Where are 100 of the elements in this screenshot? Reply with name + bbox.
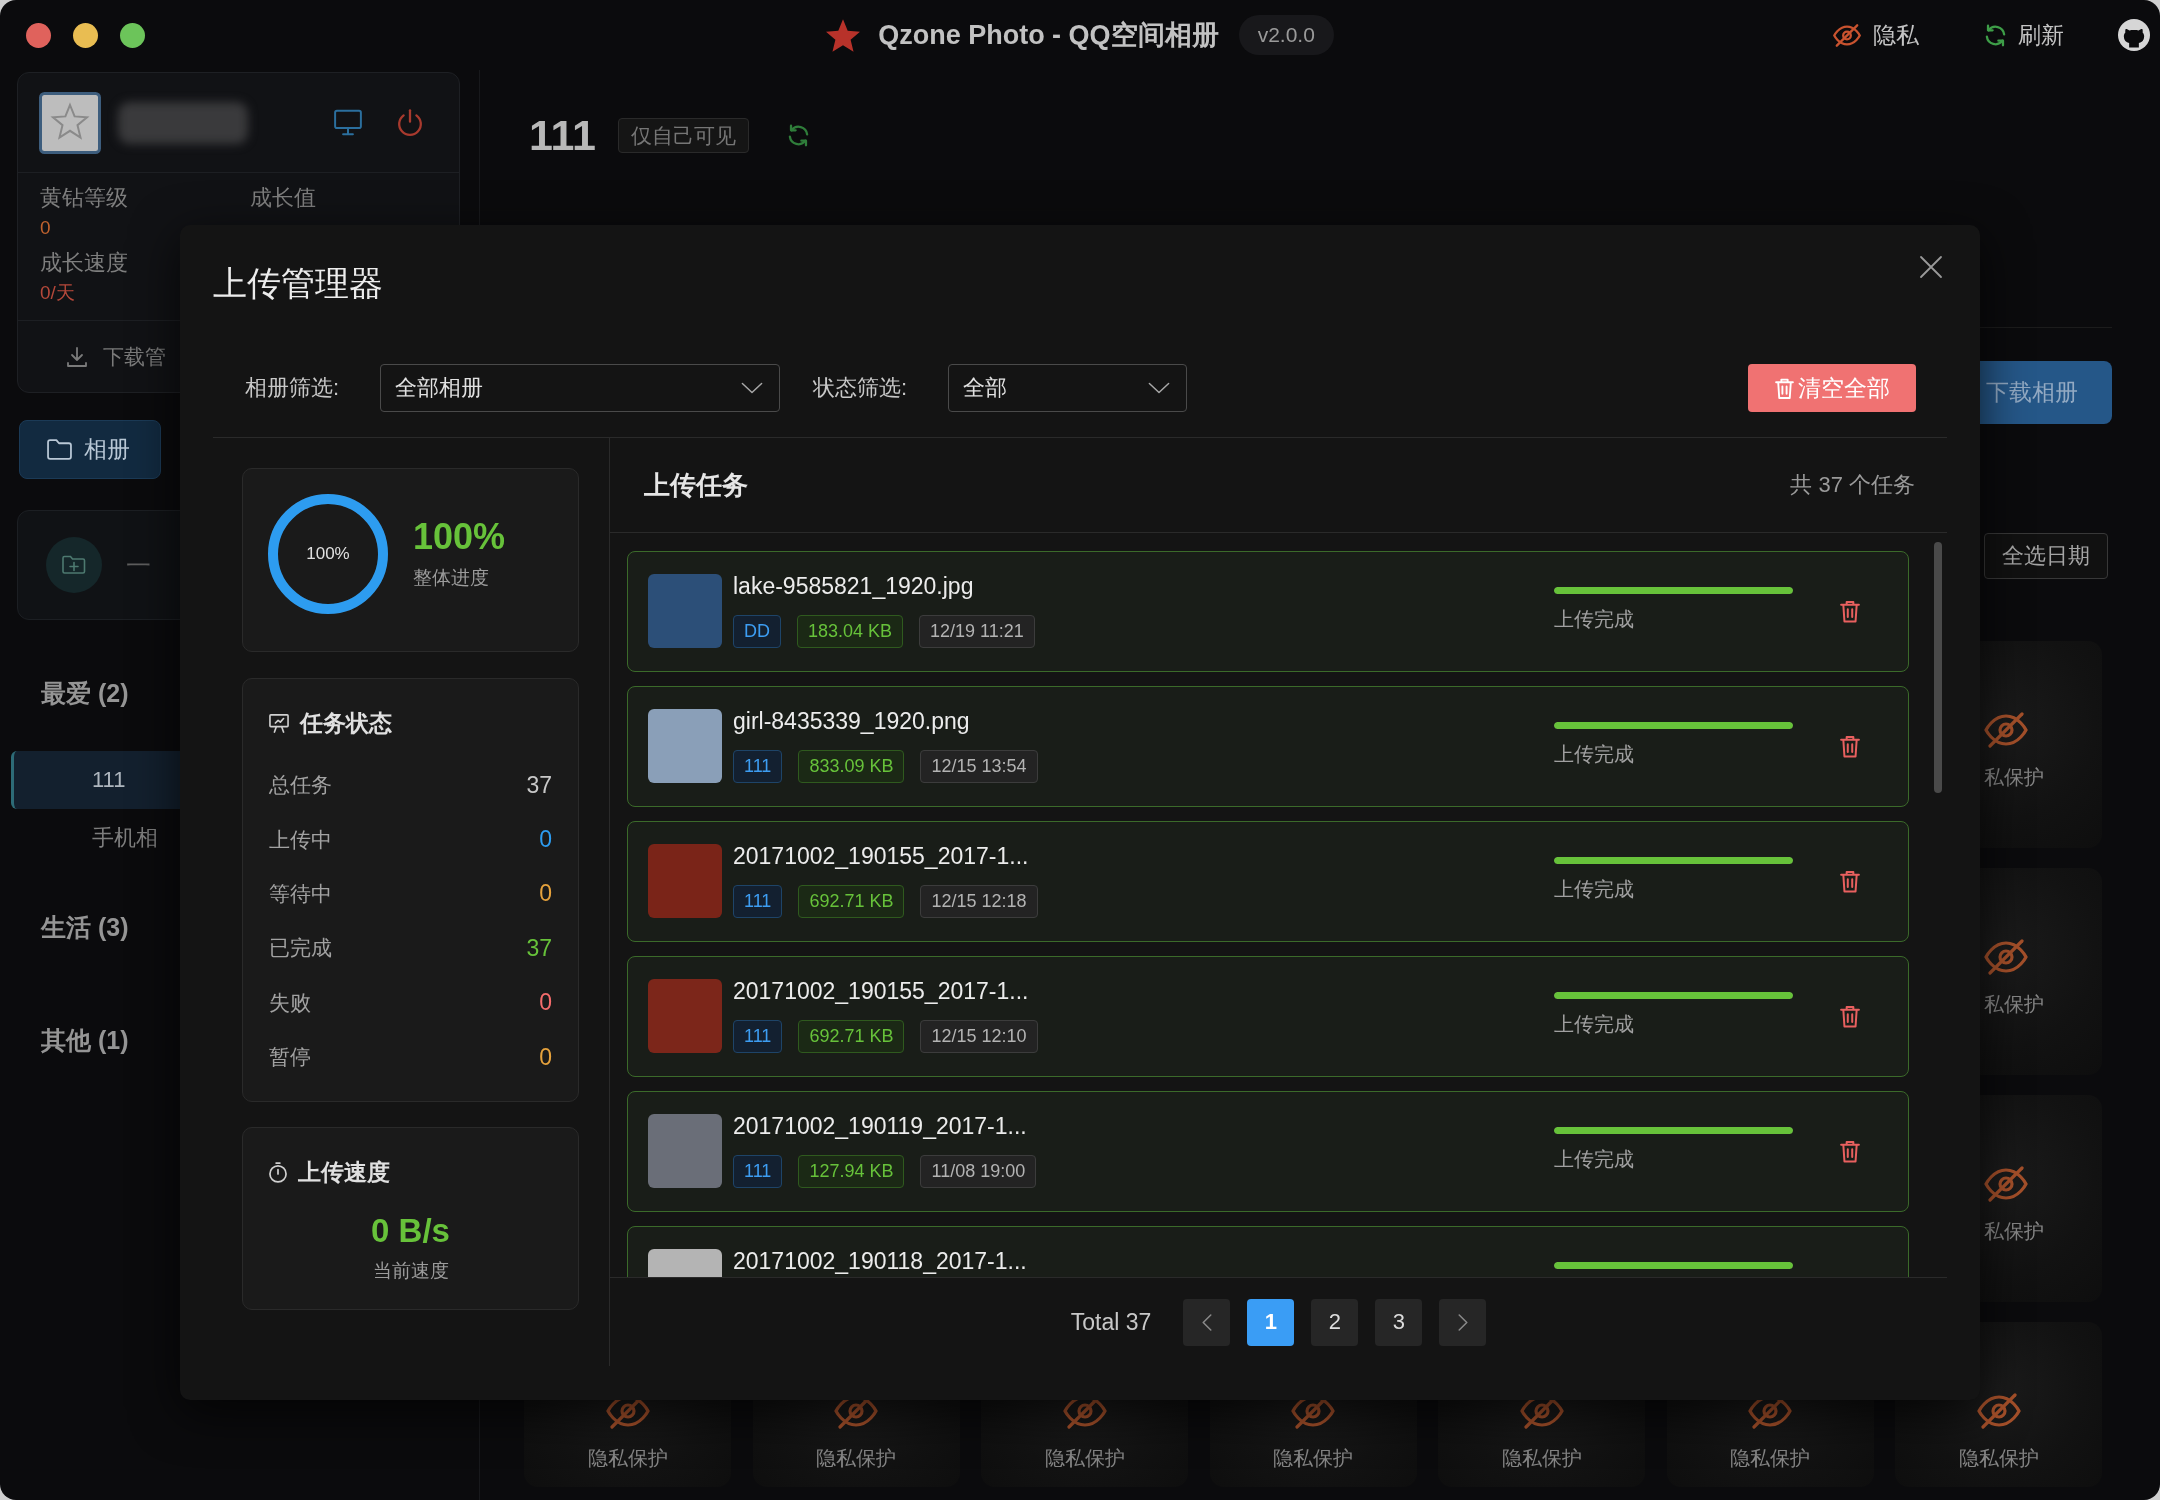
album-title: 111	[529, 110, 596, 160]
size-tag: 183.04 KB	[797, 615, 904, 648]
status-label: 总任务	[269, 772, 332, 799]
ring-percent: 100%	[306, 544, 350, 564]
album-group-heading[interactable]: 生活 (3)	[41, 910, 129, 944]
eye-slash-icon	[1976, 1393, 2021, 1429]
size-tag: 692.71 KB	[798, 1020, 905, 1053]
status-label: 上传中	[269, 826, 332, 853]
status-text: 上传完成	[1554, 1012, 1634, 1036]
eye-slash-icon	[1984, 712, 2028, 748]
stat-label: 成长值	[250, 185, 316, 211]
album-tag: 111	[733, 750, 783, 783]
status-label: 失败	[269, 989, 311, 1016]
trash-icon[interactable]	[1840, 600, 1860, 623]
privacy-button[interactable]: 隐私	[1833, 19, 1919, 51]
time-tag: 12/15 13:54	[920, 750, 1038, 783]
page-button[interactable]: 3	[1375, 1298, 1423, 1346]
album-tag: 111	[733, 1155, 783, 1188]
eye-slash-icon	[1984, 1166, 2028, 1202]
time-tag: 11/08 19:00	[920, 1155, 1037, 1188]
trash-icon[interactable]	[1840, 1140, 1860, 1163]
scrollbar-thumb[interactable]	[1934, 542, 1942, 793]
stat-value: 0/天	[40, 282, 75, 304]
status-value: 37	[526, 771, 552, 799]
speed-caption: 当前速度	[372, 1259, 449, 1283]
window-title: Qzone Photo - QQ空间相册	[878, 19, 1219, 52]
album-group-heading[interactable]: 其他 (1)	[41, 1023, 129, 1057]
filter-select[interactable]: 全部	[948, 364, 1187, 412]
chevron-down-icon	[741, 382, 763, 394]
file-name: lake-9585821_1920.jpg	[733, 572, 974, 600]
folder-icon	[47, 439, 72, 460]
page-button[interactable]: 2	[1311, 1298, 1359, 1346]
filter-select[interactable]: 全部相册	[380, 364, 780, 412]
file-name: 20171002_190155_2017-1...	[733, 842, 1029, 870]
refresh-button[interactable]: 刷新	[1985, 19, 2064, 51]
status-value: 0	[539, 880, 552, 908]
size-tag: 833.09 KB	[798, 750, 905, 783]
refresh-icon	[1985, 23, 2006, 47]
privacy-label: 隐私保护	[1501, 1446, 1582, 1470]
nav-item[interactable]: 相册	[19, 420, 161, 479]
download-manager-link[interactable]: 下载管	[103, 342, 166, 371]
window-close-button[interactable]	[26, 22, 51, 48]
stat-label: 黄钻等级	[40, 185, 128, 211]
panel-title: 上传任务	[644, 468, 748, 502]
window-zoom-button[interactable]	[120, 22, 145, 48]
cat-logo-icon[interactable]	[2118, 19, 2150, 51]
window-minimize-button[interactable]	[73, 22, 98, 48]
status-value: 37	[526, 934, 552, 962]
download-icon	[67, 346, 87, 367]
speed-value: 0 B/s	[371, 1211, 450, 1251]
time-tag: 12/19 11:21	[919, 615, 1035, 648]
stat-value: 0	[40, 217, 51, 239]
privacy-label: 隐私保护	[1730, 1446, 1810, 1470]
folder-plus-icon	[46, 537, 102, 593]
eye-slash-icon	[1984, 939, 2028, 975]
privacy-label: 私保护	[1984, 765, 2044, 789]
avatar-icon	[39, 91, 101, 154]
album-group-heading[interactable]: 最爱 (2)	[41, 676, 129, 710]
chevron-down-icon	[1148, 382, 1170, 394]
trash-icon[interactable]	[1840, 735, 1860, 758]
size-tag: 127.94 KB	[798, 1155, 905, 1188]
status-label: 暂停	[269, 1044, 311, 1071]
file-name: 20171002_190118_2017-1...	[733, 1247, 1027, 1275]
card-title: 任务状态	[300, 708, 392, 738]
presentation-board-icon	[269, 713, 289, 733]
album-tag: DD	[733, 615, 781, 648]
status-label: 已完成	[269, 935, 332, 962]
album-tag: 111	[733, 1020, 783, 1053]
trash-icon[interactable]	[1840, 870, 1860, 893]
clear-all-button[interactable]: 清空全部	[1748, 364, 1916, 412]
size-tag: 692.71 KB	[798, 885, 905, 918]
status-text: 上传完成	[1554, 742, 1634, 766]
privacy-label: 隐私保护	[587, 1446, 668, 1470]
privacy-label: 隐私保护	[816, 1446, 896, 1470]
trash-icon[interactable]	[1840, 1005, 1860, 1028]
time-tag: 12/15 12:10	[920, 1020, 1038, 1053]
album-tag: 111	[733, 885, 783, 918]
privacy-label: 私保护	[1984, 992, 2044, 1016]
time-tag: 12/15 12:18	[920, 885, 1038, 918]
overall-caption: 整体进度	[413, 566, 489, 590]
page-button[interactable]: 1	[1247, 1298, 1295, 1346]
status-text: 上传完成	[1554, 877, 1634, 901]
status-value: 0	[539, 989, 552, 1017]
status-text: 上传完成	[1554, 1147, 1634, 1171]
file-name: 20171002_190155_2017-1...	[733, 977, 1029, 1005]
power-icon[interactable]	[397, 108, 423, 137]
refresh-icon[interactable]	[788, 123, 809, 147]
privacy-label: 隐私保护	[1273, 1446, 1353, 1470]
privacy-label: 私保护	[1984, 1219, 2044, 1243]
version-badge: v2.0.0	[1238, 15, 1334, 55]
close-icon[interactable]	[1919, 255, 1943, 279]
chevron-right-icon	[1457, 1313, 1468, 1331]
stopwatch-icon	[269, 1161, 287, 1183]
status-value: 0	[539, 826, 552, 854]
star-logo-icon	[826, 18, 861, 52]
status-label: 等待中	[269, 880, 332, 907]
filter-label: 相册筛选:	[245, 374, 341, 402]
monitor-icon[interactable]	[333, 109, 363, 136]
overall-percent: 100%	[413, 517, 506, 557]
select-dates-button[interactable]: 全选日期	[1984, 533, 2108, 579]
